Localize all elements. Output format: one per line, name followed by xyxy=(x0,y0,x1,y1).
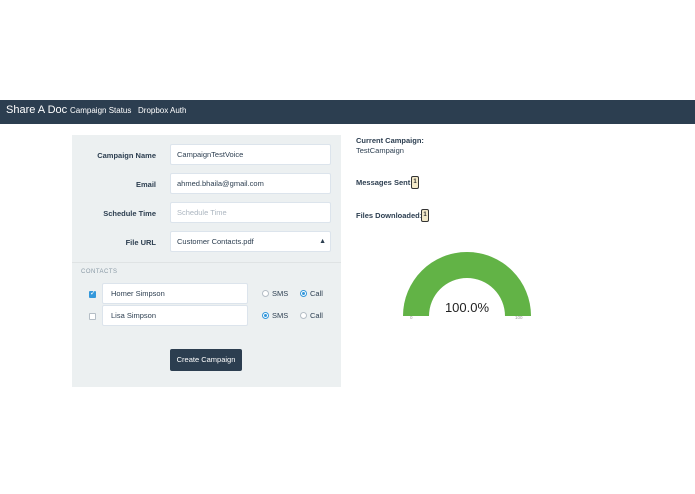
nav-link-dropbox-auth[interactable]: Dropbox Auth xyxy=(138,106,186,115)
sms-radio-label: SMS xyxy=(272,289,289,298)
sms-radio-lisa[interactable] xyxy=(262,312,269,319)
current-campaign-value: TestCampaign xyxy=(356,146,404,155)
sms-radio-label: SMS xyxy=(272,311,289,320)
file-url-selected-value: Customer Contacts.pdf xyxy=(177,237,254,246)
brand-link[interactable]: Share A Doc xyxy=(6,104,67,116)
email-label: Email xyxy=(135,180,156,189)
contact-name-input-lisa[interactable]: Lisa Simpson xyxy=(102,305,248,326)
files-downloaded-count-badge: 1 xyxy=(421,209,429,222)
contacts-heading: CONTACTS xyxy=(81,269,118,275)
gauge-value-text: 100.0% xyxy=(444,300,490,315)
schedule-time-label: Schedule Time xyxy=(103,209,156,218)
gauge-min-label: 0 xyxy=(410,315,413,320)
current-campaign-label: Current Campaign: xyxy=(356,136,424,145)
call-radio-lisa[interactable] xyxy=(300,312,307,319)
contact-checkbox-homer[interactable] xyxy=(89,289,96,298)
create-campaign-button[interactable]: Create Campaign xyxy=(170,349,242,371)
email-input[interactable]: ahmed.bhaila@gmail.com xyxy=(170,173,331,194)
gauge-max-label: 100 xyxy=(515,315,523,320)
file-url-label: File URL xyxy=(125,238,156,247)
form-divider xyxy=(72,262,341,263)
nav-link-campaign-status[interactable]: Campaign Status xyxy=(70,106,131,115)
file-url-select[interactable]: Customer Contacts.pdf ▲ xyxy=(170,231,331,252)
messages-sent-count-badge: 1 xyxy=(411,176,419,189)
campaign-name-input[interactable]: CampaignTestVoice xyxy=(170,144,331,165)
call-radio-label: Call xyxy=(310,289,323,298)
campaign-name-label: Campaign Name xyxy=(97,151,156,160)
contact-checkbox-lisa[interactable] xyxy=(89,313,96,320)
messages-sent-label: Messages Sent: xyxy=(356,178,413,187)
call-radio-homer[interactable] xyxy=(300,290,307,297)
contact-name-input-homer[interactable]: Homer Simpson xyxy=(102,283,248,304)
files-downloaded-label: Files Downloaded: xyxy=(356,211,423,220)
select-chevron-icon: ▲ xyxy=(319,238,326,245)
schedule-time-input[interactable]: Schedule Time xyxy=(170,202,331,223)
call-radio-label: Call xyxy=(310,311,323,320)
navbar: Share A Doc Campaign Status Dropbox Auth xyxy=(0,100,695,124)
sms-radio-homer[interactable] xyxy=(262,290,269,297)
